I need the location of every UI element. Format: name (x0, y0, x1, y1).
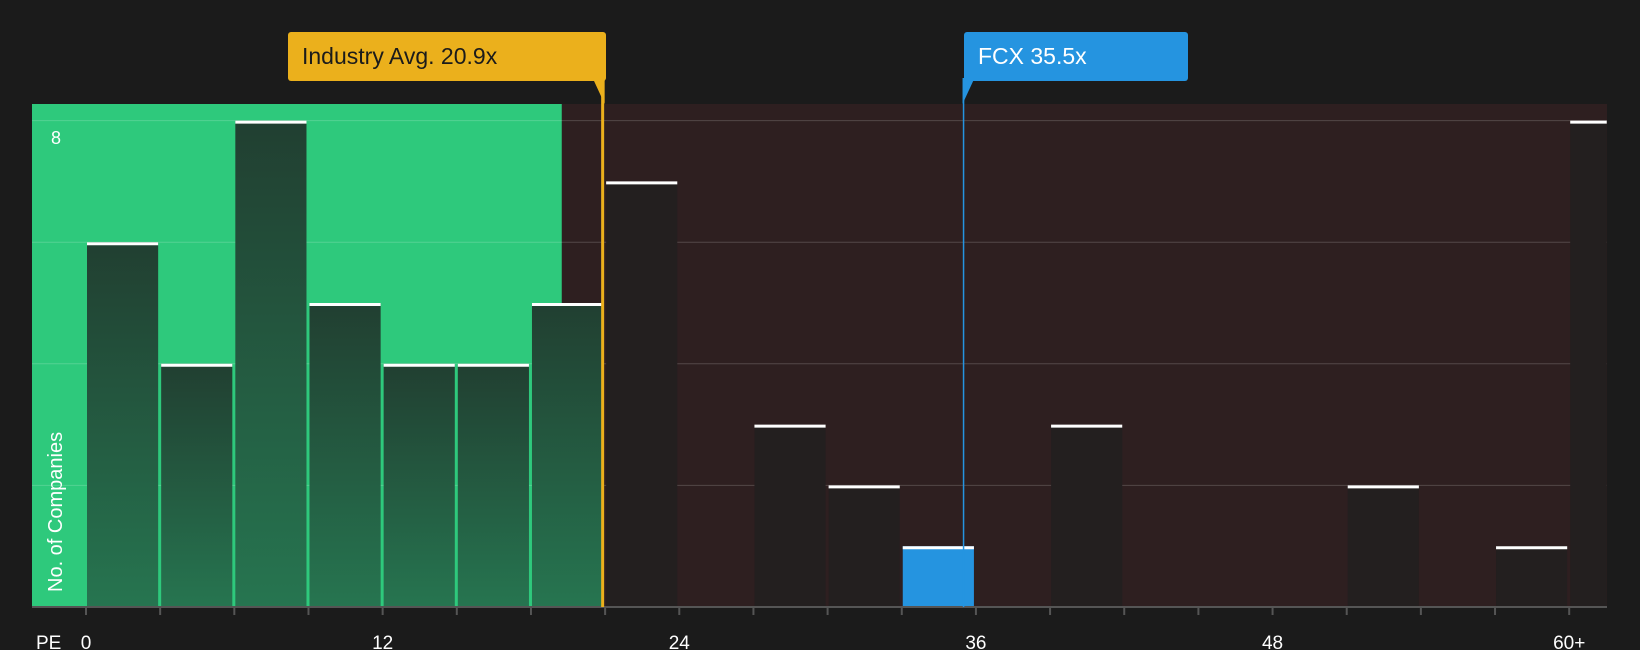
histogram-bar (531, 303, 604, 607)
histogram-bar (161, 363, 233, 607)
histogram-bar (606, 181, 678, 607)
industry-average-label: Industry Avg. 20.9x (302, 43, 498, 69)
industry-average-callout: Industry Avg. 20.9x (288, 32, 606, 81)
company-pe-pointer (962, 78, 975, 104)
company-pe-label: FCX 35.5x (978, 43, 1087, 69)
x-tick-label: 60+ (1553, 633, 1585, 650)
y-tick-label: 8 (51, 128, 61, 148)
x-tick-label: 12 (372, 633, 393, 650)
x-tick-label: 48 (1262, 633, 1283, 650)
x-axis-title: PE (36, 633, 61, 650)
histogram-bar (309, 303, 381, 607)
x-tick-label: 0 (81, 633, 92, 650)
pe-distribution-chart: 0 12 24 36 48 60+ PE 8 No. of Companies (32, 78, 1607, 650)
x-tick-label: 36 (965, 633, 986, 650)
y-axis-title: No. of Companies (45, 432, 67, 592)
company-pe-callout: FCX 35.5x (964, 32, 1188, 81)
histogram-bar (457, 363, 529, 607)
histogram-bar (87, 242, 159, 607)
x-tick-label: 24 (669, 633, 691, 650)
industry-average-pointer (592, 78, 605, 104)
histogram-bar (1051, 424, 1123, 607)
histogram-bar (235, 120, 307, 607)
histogram-bar (1570, 120, 1607, 607)
histogram-bar (1347, 485, 1419, 607)
histogram-bar (1496, 546, 1568, 607)
histogram-bar (828, 485, 900, 607)
histogram-bar (754, 424, 826, 607)
histogram-bar (383, 363, 455, 607)
